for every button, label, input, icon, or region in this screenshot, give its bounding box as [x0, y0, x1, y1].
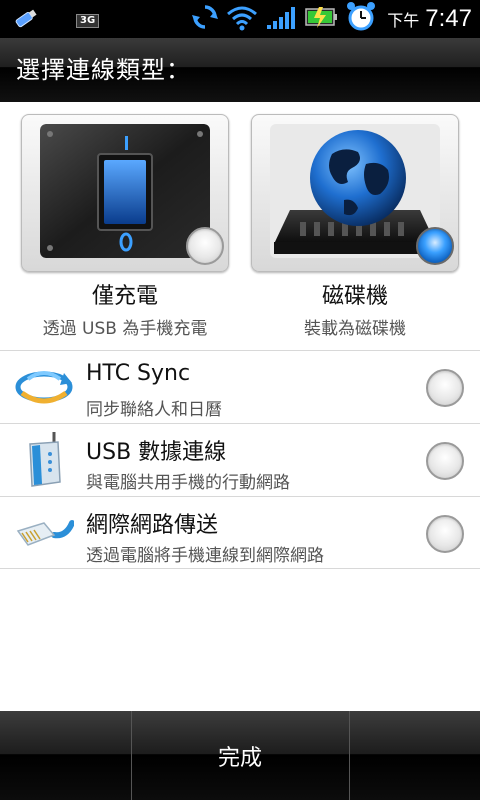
usb-tethering-subtitle: 與電腦共用手機的行動網路 — [86, 473, 290, 493]
time-ampm: 下午 — [387, 11, 420, 30]
usb-icon — [10, 6, 40, 36]
htc-sync-title: HTC Sync — [86, 361, 191, 386]
router-icon — [14, 432, 74, 487]
internet-pass-through-title: 網際網路傳送 — [86, 513, 219, 538]
charge-only-card[interactable] — [21, 114, 229, 272]
ethernet-cable-icon — [14, 509, 75, 557]
disk-drive-subtitle: 裝載為磁碟機 — [304, 319, 406, 339]
done-button[interactable]: 完成 — [131, 711, 349, 800]
usb-tethering-title: USB 數據連線 — [86, 440, 227, 465]
status-bar: 3G 下午 7:47 — [0, 0, 480, 38]
charge-only-radio[interactable] — [186, 227, 224, 265]
charge-only-subtitle: 透過 USB 為手機充電 — [42, 319, 208, 339]
network-3g-icon: 3G — [76, 14, 100, 28]
battery-charging-icon — [305, 4, 339, 34]
internet-pass-through-subtitle: 透過電腦將手機連線到網際網路 — [86, 546, 324, 566]
list-item-internet-pass-through[interactable]: 網際網路傳送 透過電腦將手機連線到網際網路 — [0, 496, 480, 569]
list-item-usb-tethering[interactable]: USB 數據連線 與電腦共用手機的行動網路 — [0, 423, 480, 496]
usb-tethering-radio[interactable] — [426, 442, 464, 480]
signal-icon — [265, 3, 299, 35]
disk-drive-globe-icon — [270, 124, 440, 258]
htc-sync-radio[interactable] — [426, 369, 464, 407]
disk-drive-card[interactable] — [251, 114, 459, 272]
list-item-htc-sync[interactable]: HTC Sync 同步聯絡人和日曆 — [0, 350, 480, 423]
charge-switch-icon — [40, 124, 210, 258]
dialog-title: 選擇連線類型： — [16, 56, 191, 84]
alarm-clock-icon — [345, 1, 377, 37]
divider — [349, 711, 350, 800]
htc-sync-icon — [14, 363, 74, 411]
internet-pass-through-radio[interactable] — [426, 515, 464, 553]
htc-sync-subtitle: 同步聯絡人和日曆 — [86, 400, 222, 420]
connection-type-list: HTC Sync 同步聯絡人和日曆 USB 數據連線 與電腦共用手機的行動網路 — [0, 350, 480, 569]
disk-drive-title: 磁碟機 — [321, 284, 388, 309]
wifi-icon — [225, 3, 259, 35]
charge-only-title: 僅充電 — [91, 284, 158, 309]
connection-type-cards: 僅充電 透過 USB 為手機充電 磁碟機 裝載為磁碟機 — [0, 102, 480, 350]
dialog-title-bar: 選擇連線類型： — [0, 38, 480, 102]
bottom-action-bar: 完成 — [0, 711, 480, 800]
disk-drive-radio[interactable] — [416, 227, 454, 265]
sync-icon — [191, 3, 219, 35]
status-time: 7:47 — [425, 5, 472, 32]
